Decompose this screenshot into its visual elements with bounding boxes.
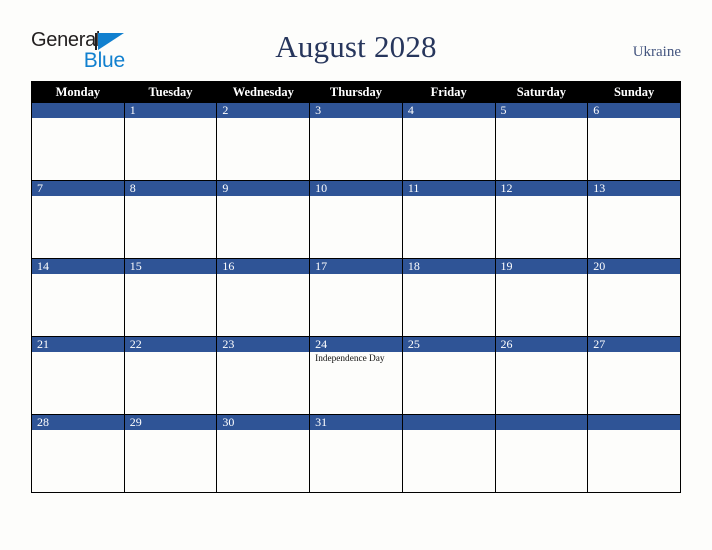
calendar-week-row: 21 22 23 24 Independence Day 25 26 27 [31, 336, 681, 415]
day-number: 11 [402, 181, 495, 196]
day-number: 4 [402, 103, 495, 118]
calendar-day-cell[interactable]: 3 [309, 102, 403, 181]
weekday-header-tuesday: Tuesday [123, 81, 218, 103]
day-number: 28 [32, 415, 124, 430]
calendar-day-cell[interactable]: 24 Independence Day [309, 336, 403, 415]
calendar-week-row: 14 15 16 17 18 19 20 [31, 258, 681, 337]
day-number: 12 [495, 181, 588, 196]
calendar-day-cell[interactable] [31, 102, 125, 181]
weekday-header-wednesday: Wednesday [216, 81, 311, 103]
calendar-day-cell[interactable] [401, 414, 496, 493]
calendar-table: Monday Tuesday Wednesday Thursday Friday… [31, 81, 681, 493]
weekday-header-monday: Monday [31, 81, 125, 103]
day-number [588, 415, 680, 430]
calendar-day-cell[interactable]: 29 [123, 414, 218, 493]
calendar-day-cell[interactable]: 7 [31, 180, 125, 259]
calendar-day-cell[interactable]: 31 [309, 414, 403, 493]
calendar-day-cell[interactable]: 11 [401, 180, 496, 259]
calendar-day-cell[interactable]: 17 [309, 258, 403, 337]
calendar-page: General Blue August 2028 Ukraine Monday … [0, 0, 712, 550]
day-number: 1 [124, 103, 217, 118]
day-number: 9 [217, 181, 310, 196]
event-label: Independence Day [315, 354, 385, 364]
calendar-day-cell[interactable]: 18 [401, 258, 496, 337]
day-number: 23 [217, 337, 310, 352]
calendar-day-cell[interactable]: 1 [123, 102, 218, 181]
calendar-week-row: 28 29 30 31 [31, 414, 681, 493]
day-number [495, 415, 588, 430]
day-number: 25 [402, 337, 495, 352]
calendar-day-cell[interactable]: 23 [216, 336, 311, 415]
day-number: 20 [588, 259, 680, 274]
weekday-header-friday: Friday [401, 81, 496, 103]
day-number: 22 [124, 337, 217, 352]
day-number: 7 [32, 181, 124, 196]
day-number: 3 [310, 103, 402, 118]
day-number: 17 [310, 259, 402, 274]
weekday-header-saturday: Saturday [494, 81, 589, 103]
calendar-day-cell[interactable]: 6 [587, 102, 681, 181]
day-number: 5 [495, 103, 588, 118]
day-number: 6 [588, 103, 680, 118]
calendar-day-cell[interactable]: 30 [216, 414, 311, 493]
weekday-header-thursday: Thursday [309, 81, 403, 103]
calendar-day-cell[interactable]: 15 [123, 258, 218, 337]
weekday-header-sunday: Sunday [587, 81, 681, 103]
country-label: Ukraine [632, 44, 681, 60]
calendar-day-cell[interactable]: 21 [31, 336, 125, 415]
day-events: Independence Day [310, 352, 402, 365]
calendar-day-cell[interactable]: 13 [587, 180, 681, 259]
calendar-day-cell[interactable]: 8 [123, 180, 218, 259]
calendar-day-cell[interactable]: 4 [401, 102, 496, 181]
calendar-day-cell[interactable]: 2 [216, 102, 311, 181]
calendar-week-row: 7 8 9 10 11 12 13 [31, 180, 681, 259]
day-number [32, 103, 124, 118]
calendar-day-cell[interactable]: 19 [494, 258, 589, 337]
day-number: 24 [310, 337, 402, 352]
day-number: 15 [124, 259, 217, 274]
day-number: 31 [310, 415, 402, 430]
calendar-day-cell[interactable]: 5 [494, 102, 589, 181]
day-number: 27 [588, 337, 680, 352]
day-number: 16 [217, 259, 310, 274]
day-number: 26 [495, 337, 588, 352]
day-number: 21 [32, 337, 124, 352]
day-number: 13 [588, 181, 680, 196]
calendar-day-cell[interactable]: 22 [123, 336, 218, 415]
calendar-header-row-group: Monday Tuesday Wednesday Thursday Friday… [31, 81, 681, 103]
day-number: 8 [124, 181, 217, 196]
calendar-day-cell[interactable]: 10 [309, 180, 403, 259]
day-number: 30 [217, 415, 310, 430]
calendar-day-cell[interactable]: 28 [31, 414, 125, 493]
calendar-week-row: 123456 [31, 102, 681, 181]
calendar-day-cell[interactable]: 26 [494, 336, 589, 415]
calendar-day-cell[interactable]: 16 [216, 258, 311, 337]
day-number: 10 [310, 181, 402, 196]
weekday-header-row: Monday Tuesday Wednesday Thursday Friday… [31, 81, 681, 103]
calendar-day-cell[interactable]: 25 [401, 336, 496, 415]
day-number: 29 [124, 415, 217, 430]
day-number [402, 415, 495, 430]
day-number: 18 [402, 259, 495, 274]
calendar-day-cell[interactable]: 12 [494, 180, 589, 259]
page-header: General Blue August 2028 Ukraine [0, 0, 712, 80]
calendar-day-cell[interactable]: 14 [31, 258, 125, 337]
day-number: 2 [217, 103, 310, 118]
day-number: 19 [495, 259, 588, 274]
calendar-body: 1 2 3 4 5 6 7 8 9 10 11 12 13 14 15 16 17 18 19 20 21 22 23 24 I… [31, 102, 681, 493]
calendar-day-cell[interactable]: 9 [216, 180, 311, 259]
page-title: August 2028 [275, 29, 437, 64]
calendar-day-cell[interactable]: 27 [587, 336, 681, 415]
calendar-day-cell[interactable]: 20 [587, 258, 681, 337]
day-number: 14 [32, 259, 124, 274]
calendar-day-cell[interactable] [494, 414, 589, 493]
calendar-day-cell[interactable] [587, 414, 681, 493]
